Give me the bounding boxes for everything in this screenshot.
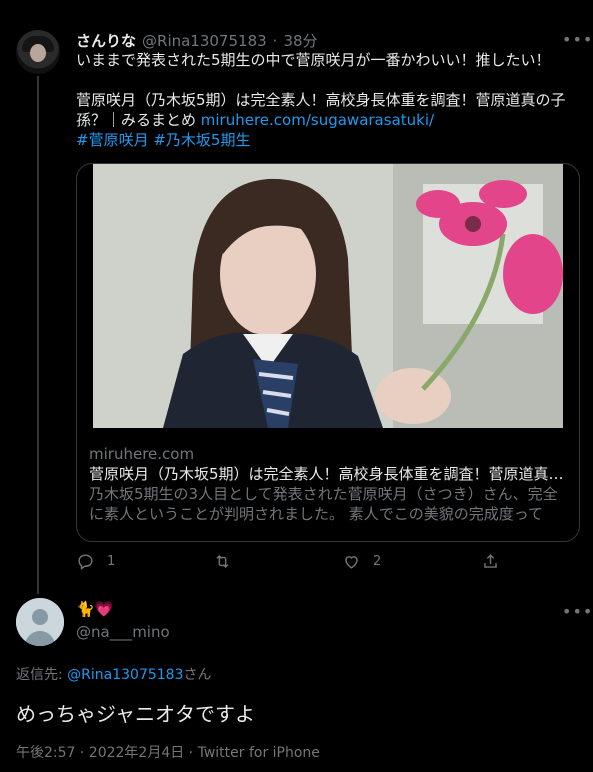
card-domain: miruhere.com [89, 445, 195, 463]
tweet-line-2b: 孫？｜みるまとめ [76, 111, 201, 129]
hashtag-link[interactable]: #菅原咲月 [76, 131, 149, 149]
tweet-action-bar: 1 2 [76, 552, 506, 576]
avatar-face [30, 44, 46, 62]
reply-author-name[interactable]: 🐈💗 [76, 600, 113, 618]
tweet-header: さんりな @Rina13075183 · 38分 [76, 30, 318, 51]
card-photo-illustration [93, 164, 563, 428]
reply-icon [78, 554, 93, 571]
default-avatar-icon [16, 598, 64, 646]
tweet-time[interactable]: 38分 [283, 30, 317, 51]
heart-icon [345, 556, 358, 569]
reply-text: めっちゃジャニオタですよ [16, 702, 255, 726]
card-thumbnail-image [93, 164, 563, 428]
retweet-icon [216, 554, 229, 569]
share-icon [484, 554, 497, 568]
tweet-link[interactable]: miruhere.com/sugawarasatuki/ [201, 111, 434, 129]
more-dots-icon[interactable]: ••• [562, 602, 593, 621]
author-avatar[interactable] [16, 30, 60, 74]
reply-button[interactable]: 1 [76, 552, 115, 571]
header-separator: · [272, 32, 278, 50]
reply-author-avatar[interactable] [16, 598, 64, 646]
reply-author-handle[interactable]: @na___mino [76, 623, 170, 641]
replying-to-prefix: 返信先: [16, 667, 68, 683]
tweet-text: いままで発表された5期生の中で菅原咲月が一番かわいい！推したい！ 菅原咲月（乃木… [76, 50, 581, 150]
like-button[interactable]: 2 [342, 552, 381, 571]
retweet-button[interactable] [213, 552, 244, 571]
more-dots-icon[interactable]: ••• [562, 30, 593, 49]
author-name[interactable]: さんりな [76, 30, 136, 51]
link-preview-card[interactable]: miruhere.com 菅原咲月（乃木坂5期）は完全素人！高校身長体重を調査！… [76, 163, 580, 542]
replying-to-suffix: さん [183, 667, 212, 683]
like-count: 2 [373, 554, 382, 569]
reply-timestamp[interactable]: 午後2:57 · 2022年2月4日 · Twitter for iPhone [16, 742, 320, 762]
card-description: 乃木坂5期生の3人目として発表された菅原咲月（さつき）さん、完全に素人ということ… [89, 485, 558, 523]
thread-connector-line [37, 76, 39, 594]
reply-count: 1 [107, 554, 116, 569]
replying-to-handle[interactable]: @Rina13075183 [67, 667, 183, 683]
card-title: 菅原咲月（乃木坂5期）は完全素人！高校身長体重を調査！菅原道真… [89, 465, 564, 483]
tweet-line-1: いままで発表された5期生の中で菅原咲月が一番かわいい！推したい！ [76, 51, 551, 69]
tweet-line-2a: 菅原咲月（乃木坂5期）は完全素人！高校身長体重を調査！菅原道真の子 [76, 91, 566, 109]
hashtag-link[interactable]: #乃木坂5期生 [153, 131, 250, 149]
replying-to: 返信先: @Rina13075183さん [16, 664, 212, 684]
share-button[interactable] [481, 552, 500, 571]
author-handle[interactable]: @Rina13075183 [142, 32, 267, 50]
card-meta: miruhere.com 菅原咲月（乃木坂5期）は完全素人！高校身長体重を調査！… [89, 444, 567, 524]
